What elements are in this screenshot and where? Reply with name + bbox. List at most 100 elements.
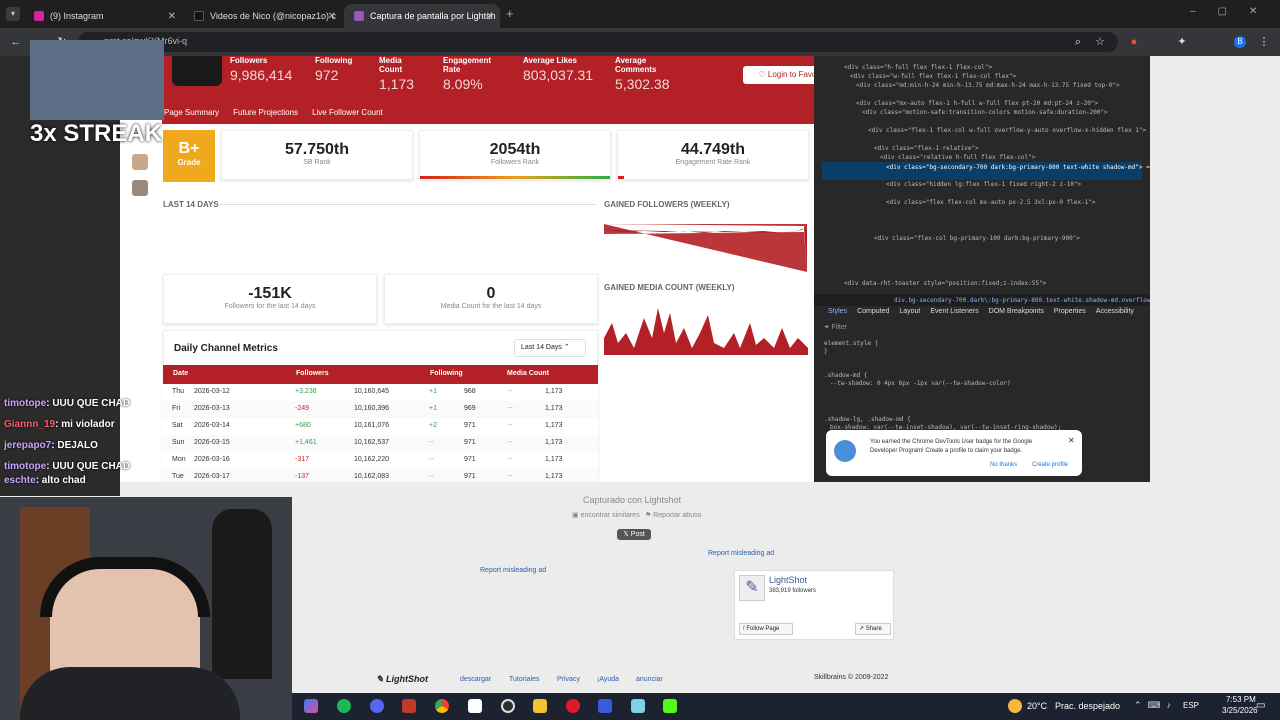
x-post-button[interactable]: 𝕏 Post — [617, 529, 651, 540]
table-cell-followers: 10,161,076 — [354, 422, 390, 429]
nav-live-follower-count[interactable]: Live Follower Count — [312, 108, 383, 117]
close-icon[interactable]: ✕ — [328, 11, 336, 22]
close-icon[interactable]: ✕ — [486, 11, 494, 22]
window-controls[interactable]: –▢✕ — [1190, 6, 1279, 17]
footer-link-privacy[interactable]: Privacy — [557, 676, 580, 683]
table-cell-media: 1,173 — [545, 473, 563, 480]
spotify-icon[interactable] — [337, 699, 351, 713]
kick-icon[interactable] — [663, 699, 677, 713]
table-cell-day: Sat — [172, 422, 183, 429]
weather-desc[interactable]: Prac. despejado — [1055, 701, 1120, 711]
table-row: Fri 2026-03-13 -249 10,160,396 +1 969 -- 1,173 — [162, 401, 598, 418]
clock-time[interactable]: 7:53 PM — [1226, 695, 1256, 704]
footer-link-anunciar[interactable]: anunciar — [636, 676, 663, 683]
puzzle-icon[interactable]: ✦ — [1176, 36, 1188, 48]
style-line: .shadow-lg, .shadow-md { — [824, 416, 911, 423]
create-profile-button[interactable]: Create profile — [1032, 462, 1068, 468]
dom-line: <div class="mx-auto flex-1 h-full w-full… — [856, 100, 1099, 107]
fb-page-name[interactable]: LightShot — [769, 575, 807, 585]
weather-temp[interactable]: 20°C — [1027, 701, 1047, 711]
menu-icon[interactable]: ⋮ — [1258, 36, 1270, 48]
report-ad-link[interactable]: Report misleading ad — [480, 567, 546, 574]
tab-properties[interactable]: Properties — [1054, 308, 1086, 320]
tab-event-listeners[interactable]: Event Listeners — [930, 308, 978, 320]
dom-line: <div class="flex-col bg-primary-100 dark… — [874, 235, 1080, 242]
back-icon[interactable]: ← — [10, 36, 22, 48]
app-icon[interactable] — [598, 699, 612, 713]
streak-label: 3x STREAK — [30, 120, 163, 147]
captured-label: Capturado con Lightshot — [583, 495, 682, 505]
close-icon[interactable]: ✕ — [168, 11, 176, 22]
gained-media-title: GAINED MEDIA COUNT (WEEKLY) — [604, 283, 735, 292]
table-cell-day: Fri — [172, 405, 181, 412]
table-cell-followers: 10,160,645 — [354, 388, 390, 395]
stat-engagement: Engagement Rate 8.09% — [443, 56, 503, 92]
bookmark-star-icon[interactable]: ☆ — [1094, 36, 1106, 48]
footer-link-descargar[interactable]: descargar — [460, 676, 491, 683]
summary-value: -151K — [248, 285, 292, 302]
table-cell-delta: +3,238 — [295, 388, 317, 395]
tab-computed[interactable]: Computed — [857, 308, 889, 320]
clock-date[interactable]: 3/25/2026 — [1222, 706, 1258, 715]
discord-icon[interactable] — [370, 699, 384, 713]
tab-styles[interactable]: Styles — [828, 308, 847, 320]
sidebar-avatar[interactable] — [132, 180, 148, 196]
report-abuse-link[interactable]: ⚑ Reportar abuso — [645, 511, 702, 519]
obs-icon[interactable] — [501, 699, 515, 713]
flag-icon: ⚑ — [645, 512, 654, 519]
range-select-value: Last 14 Days — [521, 344, 562, 351]
style-line: .shadow-md { — [824, 372, 868, 379]
copilot-icon[interactable] — [304, 699, 318, 713]
folder-icon[interactable] — [533, 699, 547, 713]
table-cell-delta: -249 — [295, 405, 310, 412]
capcut-icon[interactable] — [468, 699, 482, 713]
table-cell-mdelta: -- — [508, 439, 513, 446]
tab-layout[interactable]: Layout — [899, 308, 920, 320]
extension-icon[interactable]: ● — [1128, 36, 1140, 48]
rank-label: Engagement Rate Rank — [675, 159, 751, 166]
range-select[interactable]: Last 14 Days ⌃ — [514, 339, 586, 357]
tab-tiktok[interactable]: Videos de Nico (@nicopaz1o) c ✕ — [184, 4, 342, 28]
follow-page-button[interactable]: f Follow Page — [739, 623, 793, 635]
dom-line-selected[interactable]: <div class="bg-secondary-700 dark:bg-pri… — [822, 162, 1150, 180]
zoom-icon[interactable]: ⌕ — [1072, 36, 1084, 48]
notification-icon[interactable]: ▭ — [1256, 700, 1265, 711]
url-input[interactable]: prnt.sc/gwKYMr6vi-q — [78, 32, 1118, 52]
nav-future-projections[interactable]: Future Projections — [233, 108, 298, 117]
rank-progress-bar — [618, 176, 624, 179]
profile-avatar[interactable]: B — [1234, 36, 1246, 48]
app-icon[interactable] — [402, 699, 416, 713]
opera-icon[interactable] — [566, 699, 580, 713]
tray-icons[interactable]: ⌃⌨♪ — [1134, 700, 1177, 711]
app-icon[interactable] — [631, 699, 645, 713]
sidebar-avatar[interactable] — [132, 154, 148, 170]
tab-accessibility[interactable]: Accessibility — [1096, 308, 1134, 320]
dom-line: <div class="hidden lg:flex flex-1 fixed … — [886, 181, 1082, 188]
language[interactable]: ESP — [1183, 701, 1199, 710]
tab-lightshot[interactable]: Captura de pantalla por Lightsh ✕ — [344, 4, 500, 28]
table-cell-mdelta: -- — [508, 388, 513, 395]
find-similar-link[interactable]: ▣ encontrar similares — [572, 511, 640, 519]
lightshot-logo-icon: ✎ — [739, 575, 765, 601]
table-cell-date: 2026-03-15 — [194, 439, 230, 446]
table-cell-fdelta: +2 — [429, 422, 437, 429]
close-icon[interactable]: ✕ — [1068, 436, 1075, 445]
footer-logo[interactable]: ✎ LightShot — [376, 674, 428, 685]
new-tab-button[interactable]: + — [506, 6, 514, 21]
footer-link-tutoriales[interactable]: Tutoriales — [509, 676, 539, 683]
share-button[interactable]: ↗ Share — [855, 623, 891, 635]
devtools-breadcrumb[interactable]: div.bg-secondary-700.dark\:bg-primary-80… — [814, 294, 1150, 306]
stat-value: 9,986,414 — [230, 67, 293, 83]
stat-media: Media Count 1,173 — [379, 56, 419, 92]
styles-filter-input[interactable]: ⏷ Filter — [824, 324, 974, 334]
dom-line: <div class="motion-safe:transition-color… — [862, 109, 1108, 116]
nav-page-summary[interactable]: Page Summary — [164, 108, 219, 117]
table-cell-delta: -137 — [295, 473, 310, 480]
report-ad-link[interactable]: Report misleading ad — [708, 550, 774, 557]
tab-search-button[interactable]: ▾ — [6, 7, 20, 21]
no-thanks-button[interactable]: No thanks — [990, 462, 1017, 468]
tab-instagram[interactable]: (9) Instagram ✕ — [24, 4, 182, 28]
chrome-icon[interactable] — [435, 699, 449, 713]
footer-link-ayuda[interactable]: ¡Ayuda — [597, 676, 619, 683]
tab-dom-breakpoints[interactable]: DOM Breakpoints — [989, 308, 1044, 320]
